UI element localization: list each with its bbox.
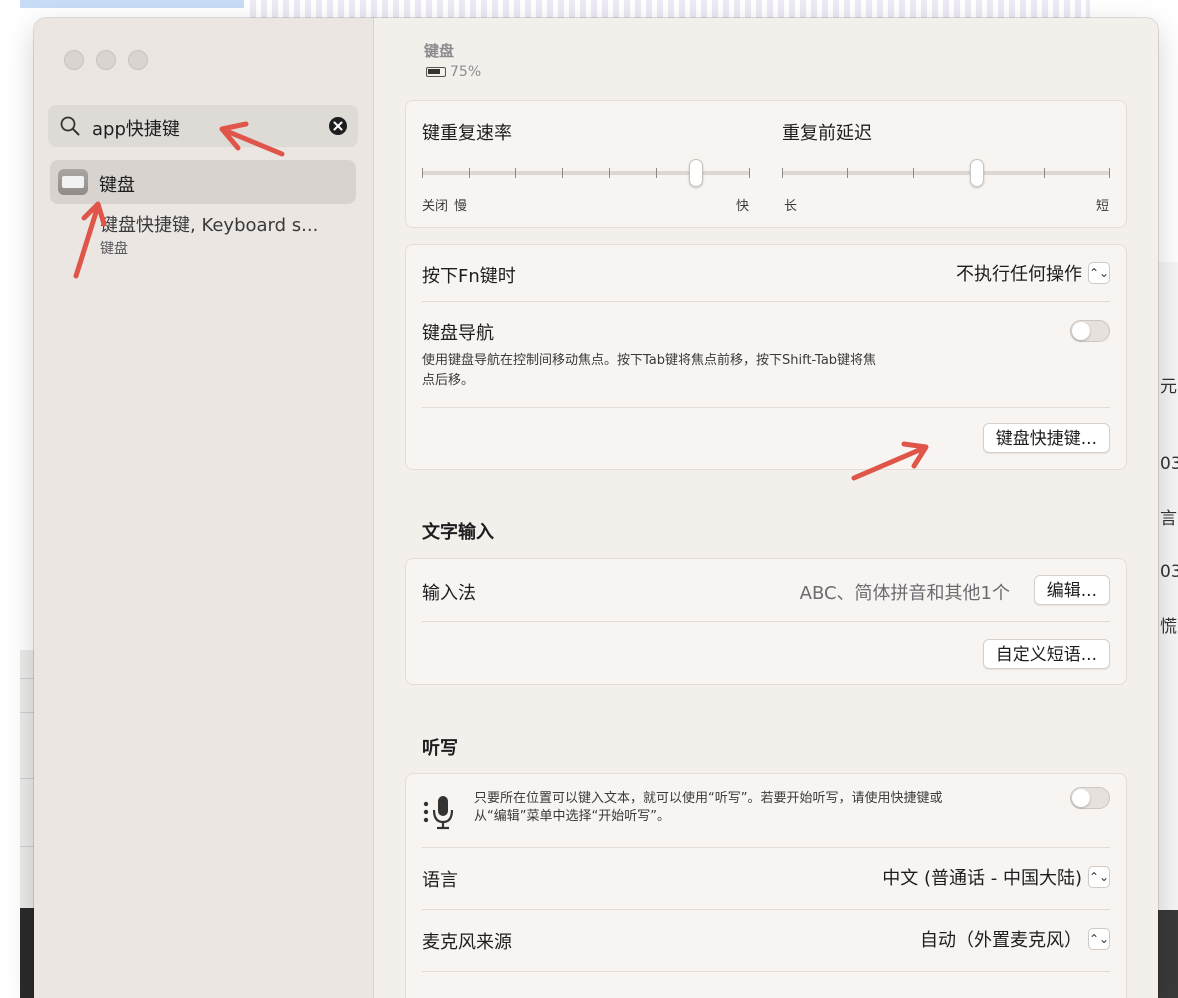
slider-tick [913,168,914,178]
slider-tick [1109,168,1110,178]
bg-fragment: 慌 [1160,617,1177,637]
search-input[interactable]: app快捷键 [92,115,180,141]
input-source-value: ABC、简体拼音和其他1个 [799,583,1010,604]
key-repeat-label: 键重复速率 [422,123,512,144]
slider-tick [749,168,750,178]
background-text-strip [250,0,1090,18]
fn-key-value: 不执行任何操作 [956,264,1082,285]
page-title: 键盘 [424,42,455,60]
keyboard-nav-label: 键盘导航 [422,323,494,344]
edit-input-sources-button[interactable]: 编辑... [1033,575,1110,605]
background-right-window: 元 03 言 03 慌 [1158,262,1178,998]
microphone-icon [423,796,454,830]
bg-fragment: 03 [1160,562,1178,582]
chevron-updown-icon: ⌃⌄ [1088,928,1110,950]
fn-key-label: 按下Fn键时 [422,266,516,287]
slider-min-label: 关闭 [422,199,449,214]
dictation-card: 只要所在位置可以键入文本，就可以使用“听写”。若要开始听写，请使用快捷键或 从“… [405,773,1127,998]
slider-tick [422,168,423,178]
input-source-label: 输入法 [422,583,476,604]
custom-phrases-button[interactable]: 自定义短语... [982,639,1110,669]
background-tab [20,0,244,8]
slider-thumb[interactable] [689,159,703,187]
chevron-updown-icon: ⌃⌄ [1088,262,1110,284]
chevron-updown-icon: ⌃⌄ [1088,866,1110,888]
close-window-button[interactable] [64,50,84,70]
slider-short-label: 短 [1096,199,1110,214]
key-repeat-slider[interactable] [422,159,750,189]
dictation-desc-line-1: 只要所在位置可以键入文本，就可以使用“听写”。若要开始听写，请使用快捷键或 [474,791,943,806]
slider-tick [1044,168,1045,178]
text-input-card: 输入法 ABC、简体拼音和其他1个 编辑... 自定义短语... [405,558,1127,685]
sidebar: app快捷键 键盘 键盘快捷键, Keyboard s... 键盘 [34,18,374,998]
dictation-section-title: 听写 [422,738,458,759]
keyboard-nav-desc-2: 点后移。 [422,373,475,388]
dictation-language-popup[interactable]: 中文 (普通话 - 中国大陆) ⌃⌄ [882,864,1110,890]
search-field[interactable]: app快捷键 [48,105,358,147]
search-icon [60,116,80,136]
slider-tick [515,168,516,178]
repeat-delay-label: 重复前延迟 [782,123,872,144]
fn-key-popup[interactable]: 不执行任何操作 ⌃⌄ [956,260,1110,286]
bg-fragment: 元 [1160,377,1177,397]
slider-tick [609,168,610,178]
text-input-section-title: 文字输入 [422,522,494,543]
dictation-language-value: 中文 (普通话 - 中国大陆) [882,868,1082,889]
keyboard-nav-toggle[interactable] [1070,320,1110,342]
slider-tick [847,168,848,178]
slider-long-label: 长 [784,199,798,214]
battery-status: 75% [426,64,481,80]
dictation-toggle[interactable] [1070,787,1110,809]
annotation-arrow-result [73,201,107,279]
dictation-description: 只要所在位置可以键入文本，就可以使用“听写”。若要开始听写，请使用快捷键或 从“… [474,790,1074,826]
window-controls [64,50,148,70]
mic-source-label: 麦克风来源 [422,932,512,953]
slider-tick [562,168,563,178]
mic-source-value: 自动（外置麦克风） [920,930,1082,951]
annotation-arrow-search [219,121,285,157]
annotation-arrow-shortcuts [851,441,929,481]
slider-tick [782,168,783,178]
search-result-subtitle[interactable]: 键盘快捷键, Keyboard s... [100,211,318,237]
fn-navigation-card: 按下Fn键时 不执行任何操作 ⌃⌄ 键盘导航 使用键盘导航在控制间移动焦点。按下… [405,244,1127,470]
slider-tick [469,168,470,178]
minimize-window-button[interactable] [96,50,116,70]
keyboard-icon [58,169,88,195]
content-pane: 键盘 75% 键重复速率 重复前延迟 关闭 慢 快 长 短 按下Fn键时 不执行… [374,18,1158,998]
slider-slow-label: 慢 [454,199,468,214]
slider-fast-label: 快 [736,199,750,214]
mic-source-popup[interactable]: 自动（外置麦克风） ⌃⌄ [920,926,1110,952]
zoom-window-button[interactable] [128,50,148,70]
slider-tick [656,168,657,178]
slider-thumb[interactable] [970,159,984,187]
repeat-card: 键重复速率 重复前延迟 关闭 慢 快 长 短 [405,100,1127,228]
repeat-delay-slider[interactable] [782,159,1110,189]
battery-level: 75% [450,64,482,80]
clear-search-icon[interactable] [328,116,348,136]
bg-fragment: 03 [1160,454,1178,474]
dictation-language-label: 语言 [422,870,458,891]
bg-fragment: 言 [1160,509,1177,529]
keyboard-nav-desc-1: 使用键盘导航在控制间移动焦点。按下Tab键将焦点前移，按下Shift-Tab键将… [422,353,877,368]
battery-icon [426,67,446,77]
keyboard-shortcuts-button[interactable]: 键盘快捷键... [982,423,1110,453]
settings-window: app快捷键 键盘 键盘快捷键, Keyboard s... 键盘 键盘 75%… [34,18,1158,998]
dictation-desc-line-2: 从“编辑”菜单中选择“开始听写”。 [474,809,670,824]
